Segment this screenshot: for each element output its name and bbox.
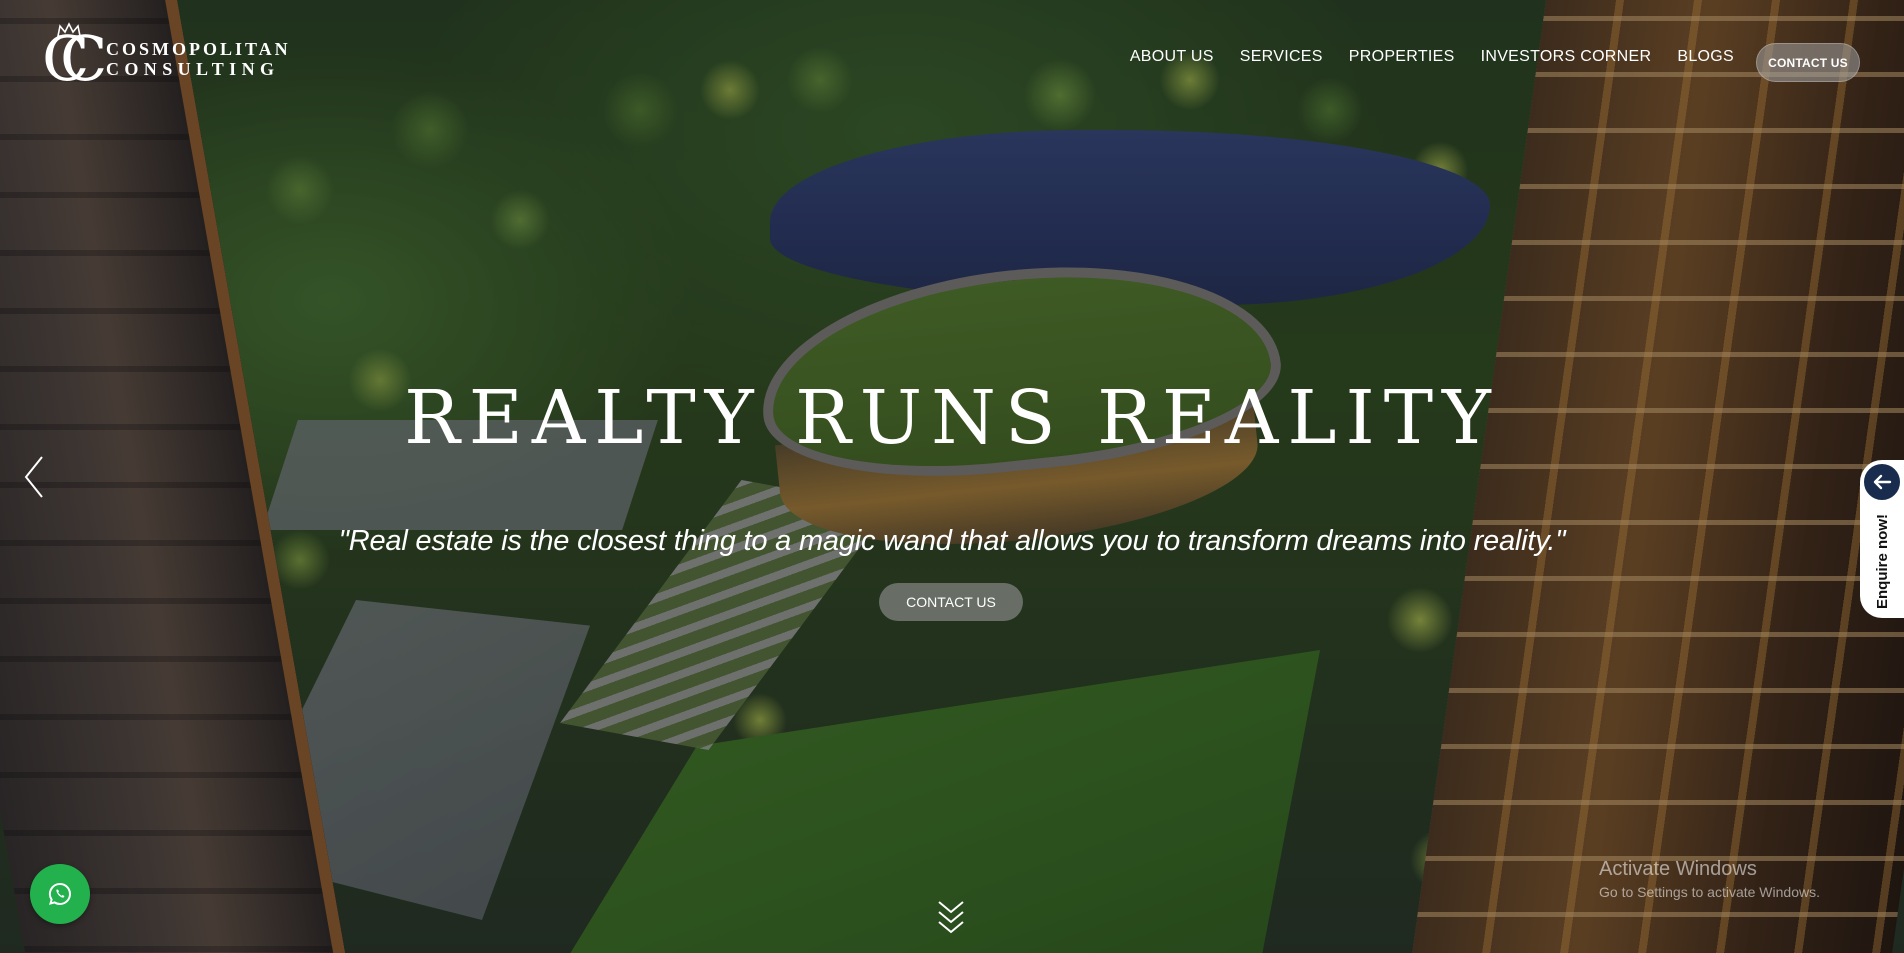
logo-monogram: C C: [42, 22, 107, 94]
enquire-label[interactable]: Enquire now!: [1860, 508, 1904, 614]
whatsapp-icon: [48, 882, 71, 906]
nav-properties[interactable]: PROPERTIES: [1349, 48, 1455, 66]
logo-line2: CONSULTING: [106, 59, 280, 79]
whatsapp-button[interactable]: [30, 864, 90, 924]
nav-contact-button[interactable]: CONTACT US: [1756, 43, 1860, 82]
hero-quote: "Real estate is the closest thing to a m…: [338, 525, 1566, 557]
watermark-subtitle: Go to Settings to activate Windows.: [1599, 884, 1820, 900]
nav-blogs[interactable]: BLOGS: [1677, 48, 1734, 66]
hero-contact-button[interactable]: CONTACT US: [879, 583, 1023, 621]
logo-line1: COSMOPOLITAN: [106, 39, 291, 59]
logo-letter-c2: C: [60, 22, 108, 95]
main-nav: ABOUT US SERVICES PROPERTIES INVESTORS C…: [1130, 48, 1734, 66]
arrow-left-icon: [1873, 474, 1892, 490]
hero-background: [0, 0, 1904, 953]
hero-overlay: [0, 0, 1904, 953]
enquire-toggle-button[interactable]: [1861, 461, 1903, 503]
nav-investors-corner[interactable]: INVESTORS CORNER: [1481, 48, 1652, 66]
double-chevron-down-icon[interactable]: [937, 900, 965, 934]
site-logo[interactable]: C C COSMOPOLITAN CONSULTING: [42, 22, 312, 94]
logo-text: COSMOPOLITAN CONSULTING: [106, 39, 291, 79]
hero-title: REALTY RUNS REALITY: [404, 375, 1500, 461]
nav-about-us[interactable]: ABOUT US: [1130, 48, 1214, 66]
chevron-left-icon[interactable]: [22, 455, 46, 499]
nav-services[interactable]: SERVICES: [1240, 48, 1323, 66]
activate-windows-watermark: Activate Windows Go to Settings to activ…: [1599, 858, 1820, 900]
enquire-label-text: Enquire now!: [1873, 513, 1891, 609]
watermark-title: Activate Windows: [1599, 858, 1757, 880]
